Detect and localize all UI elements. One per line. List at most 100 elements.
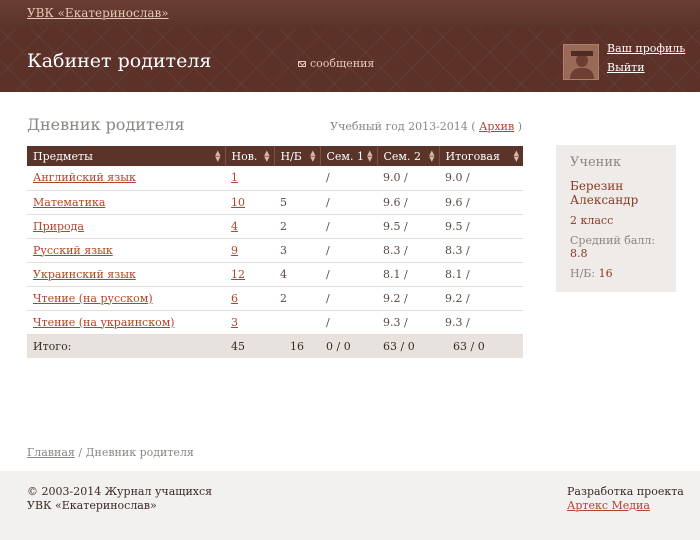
final-cell: 9.6 / — [439, 190, 523, 215]
profile-link[interactable]: Ваш профиль — [607, 42, 685, 55]
new-count-link[interactable]: 9 — [231, 244, 238, 257]
column-header-label: Итоговая — [445, 149, 500, 163]
subject-link[interactable]: Украинский язык — [33, 268, 136, 281]
new-cell: 4 — [225, 214, 274, 239]
column-header-final[interactable]: Итоговая ▲ ▼ — [439, 146, 523, 166]
footer-copyright: © 2003-2014 Журнал учащихся УВК «Екатери… — [27, 485, 212, 513]
subject-cell: Чтение (на украинском) — [27, 310, 225, 335]
subject-cell: Природа — [27, 214, 225, 239]
final-cell: 9.2 / — [439, 286, 523, 311]
sem2-cell: 9.2 / — [377, 286, 439, 311]
sem1-cell: / — [320, 166, 377, 191]
column-header-label: Сем. 1 — [326, 149, 364, 163]
absent-cell: 3 — [274, 238, 320, 263]
final-cell: 8.3 / — [439, 238, 523, 263]
footer-developer-label: Разработка проекта — [567, 485, 684, 498]
new-count-link[interactable]: 3 — [231, 316, 238, 329]
subject-link[interactable]: Английский язык — [33, 171, 136, 184]
total-final: 63 / 0 — [439, 334, 523, 358]
messages-label: сообщения — [310, 57, 375, 70]
footer-developer: Разработка проекта Артекс Медиа — [567, 485, 684, 513]
sem2-cell: 9.3 / — [377, 310, 439, 335]
total-sem1: 0 / 0 — [320, 334, 377, 358]
column-header-label: Нов. — [231, 149, 258, 163]
top-bar: УВК «Екатеринослав» — [0, 0, 700, 28]
absent-cell: 4 — [274, 262, 320, 287]
breadcrumb: Главная / Дневник родителя — [27, 446, 194, 459]
column-header-label: Н/Б — [280, 149, 302, 163]
total-row: Итого: 45 16 0 / 0 63 / 0 63 / 0 — [27, 334, 523, 358]
average-value: 8.8 — [570, 247, 588, 260]
grades-table: Предметы ▲ ▼ Нов. ▲ ▼ Н/Б ▲ ▼ Сем. 1 ▲ ▼ Сем. 2 ▲… — [27, 146, 523, 358]
breadcrumb-home-link[interactable]: Главная — [27, 446, 75, 459]
new-count-link[interactable]: 6 — [231, 292, 238, 305]
column-header-new[interactable]: Нов. ▲ ▼ — [225, 146, 275, 166]
new-cell: 6 — [225, 286, 274, 311]
column-header-label: Сем. 2 — [383, 149, 421, 163]
sem1-cell: / — [320, 286, 377, 311]
subject-cell: Чтение (на русском) — [27, 286, 225, 311]
sort-icon: ▲ ▼ — [264, 149, 270, 163]
new-cell: 10 — [225, 190, 274, 215]
sem1-cell: / — [320, 262, 377, 287]
new-cell: 9 — [225, 238, 274, 263]
messages-link[interactable]: сообщения — [298, 57, 374, 70]
subject-cell: Украинский язык — [27, 262, 225, 287]
subject-cell: Русский язык — [27, 238, 225, 263]
avatar — [563, 44, 599, 80]
new-count-link[interactable]: 12 — [231, 268, 245, 281]
sem1-cell: / — [320, 190, 377, 215]
new-cell: 12 — [225, 262, 274, 287]
new-cell: 1 — [225, 166, 274, 191]
pupil-name: Березин Александр — [570, 179, 662, 207]
subject-link[interactable]: Русский язык — [33, 244, 113, 257]
footer: © 2003-2014 Журнал учащихся УВК «Екатери… — [0, 471, 700, 540]
subject-link[interactable]: Природа — [33, 220, 84, 233]
total-label: Итого: — [27, 334, 225, 358]
sort-icon: ▲ ▼ — [367, 149, 373, 163]
subject-link[interactable]: Математика — [33, 196, 105, 209]
sem1-cell: / — [320, 214, 377, 239]
average-label: Средний балл: — [570, 234, 656, 247]
footer-copyright-line2: УВК «Екатеринослав» — [27, 499, 157, 512]
developer-link[interactable]: Артекс Медиа — [567, 499, 650, 512]
school-year: Учебный год 2013-2014 ( Архив ) — [330, 120, 522, 133]
subject-link[interactable]: Чтение (на русском) — [33, 292, 153, 305]
column-header-subjects[interactable]: Предметы ▲ ▼ — [27, 146, 226, 166]
sem2-cell: 9.6 / — [377, 190, 439, 215]
total-sem2: 63 / 0 — [377, 334, 439, 358]
absences: Н/Б: 16 — [570, 267, 662, 280]
total-new: 45 — [225, 334, 274, 358]
subject-link[interactable]: Чтение (на украинском) — [33, 316, 175, 329]
breadcrumb-separator: / — [74, 446, 86, 459]
absent-cell: 5 — [274, 190, 320, 215]
new-count-link[interactable]: 10 — [231, 196, 245, 209]
school-year-prefix: Учебный год 2013-2014 ( — [330, 120, 476, 133]
graduation-cap-icon — [571, 51, 593, 56]
pupil-class: 2 класс — [570, 214, 614, 227]
school-link[interactable]: УВК «Екатеринослав» — [27, 6, 169, 20]
final-cell: 9.0 / — [439, 166, 523, 191]
column-header-label: Предметы — [33, 149, 93, 163]
sort-icon: ▲ ▼ — [310, 149, 316, 163]
school-year-suffix: ) — [517, 120, 522, 133]
absent-cell: 2 — [274, 214, 320, 239]
footer-copyright-line1: © 2003-2014 Журнал учащихся — [27, 485, 213, 498]
table-row: Русский язык 9 3 / 8.3 / 8.3 / — [27, 238, 523, 263]
logout-link[interactable]: Выйти — [607, 61, 645, 74]
column-header-sem1[interactable]: Сем. 1 ▲ ▼ — [320, 146, 378, 166]
table-row: Украинский язык 12 4 / 8.1 / 8.1 / — [27, 262, 523, 287]
archive-link[interactable]: Архив — [479, 120, 514, 133]
table-row: Чтение (на украинском) 3 / 9.3 / 9.3 / — [27, 310, 523, 335]
diary-title: Дневник родителя — [27, 115, 185, 134]
header: Кабинет родителя сообщения Ваш профиль В… — [0, 28, 700, 92]
new-count-link[interactable]: 4 — [231, 220, 238, 233]
avatar-body-shape — [570, 68, 594, 79]
table-row: Английский язык 1 / 9.0 / 9.0 / — [27, 166, 523, 191]
new-count-link[interactable]: 1 — [231, 171, 238, 184]
column-header-sem2[interactable]: Сем. 2 ▲ ▼ — [377, 146, 440, 166]
breadcrumb-current: Дневник родителя — [85, 446, 194, 459]
sem1-cell: / — [320, 238, 377, 263]
column-header-absent[interactable]: Н/Б ▲ ▼ — [274, 146, 321, 166]
grades-header-row: Предметы ▲ ▼ Нов. ▲ ▼ Н/Б ▲ ▼ Сем. 1 ▲ ▼ Сем. 2 ▲… — [27, 146, 523, 166]
